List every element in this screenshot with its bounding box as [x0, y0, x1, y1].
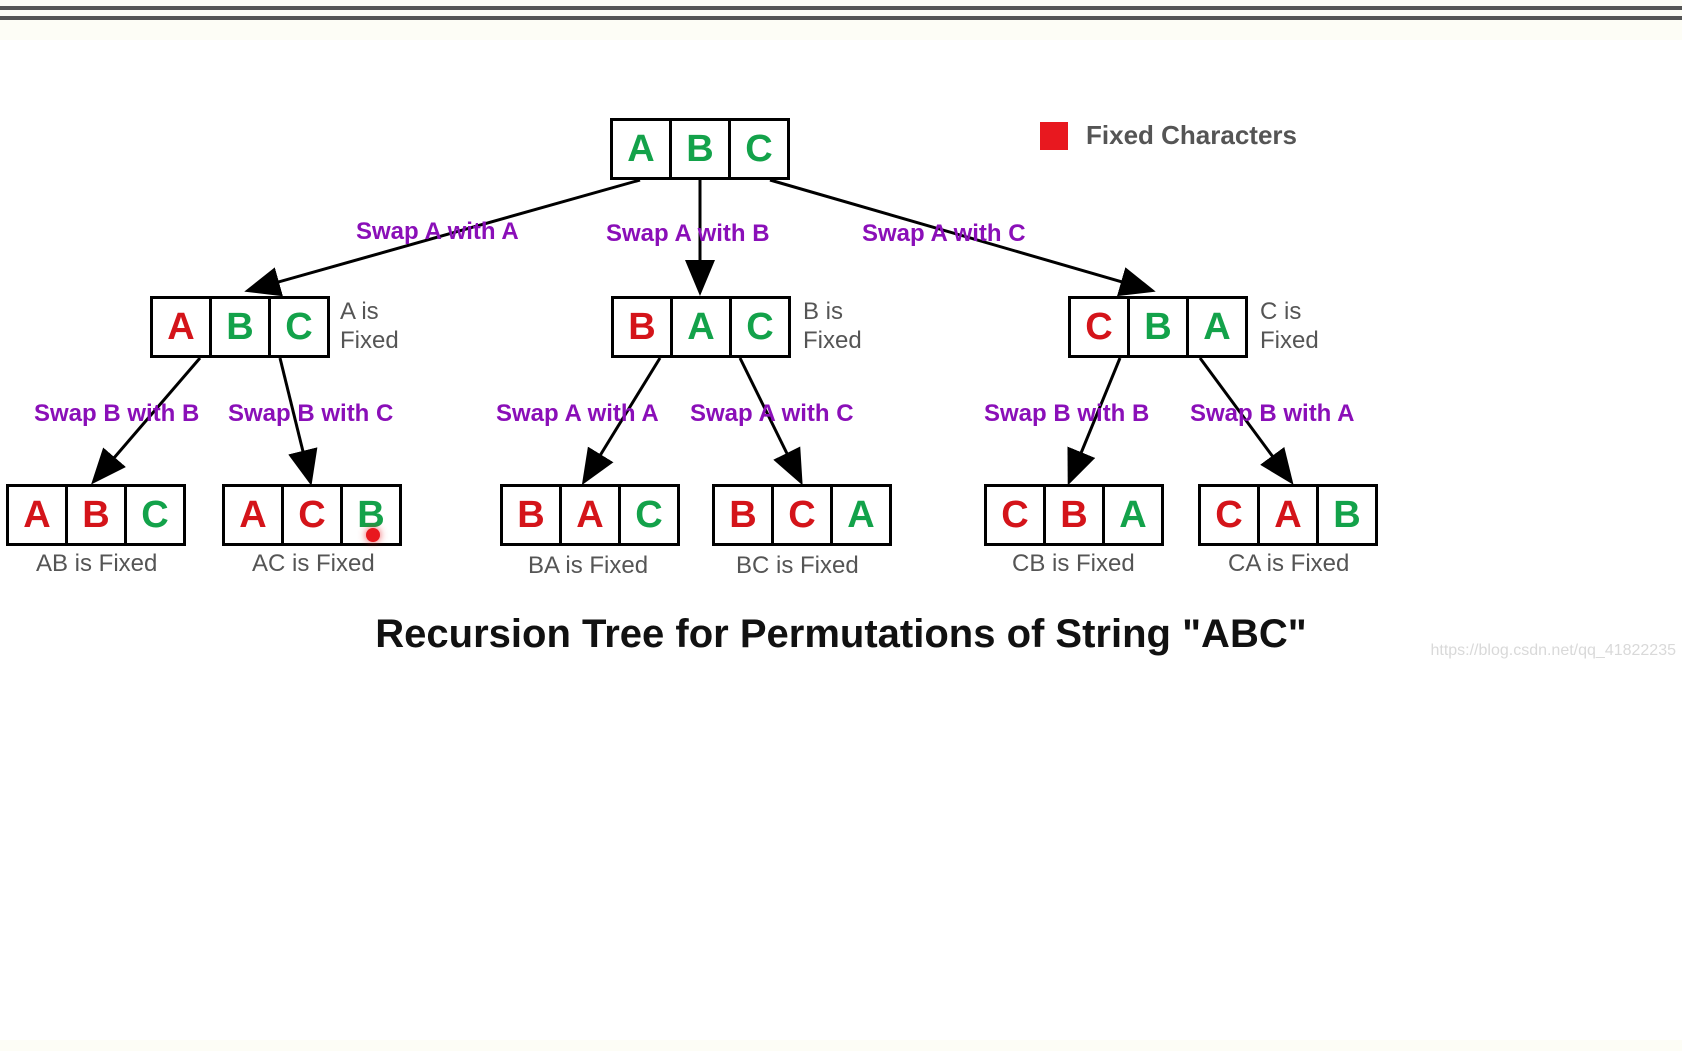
leaf-node-2: B A C — [500, 484, 680, 546]
l1-2-cell-0: C — [1071, 299, 1130, 355]
leaf-2-cell-0: B — [503, 487, 562, 543]
laser-pointer-dot — [366, 528, 380, 542]
l1-1-cell-1: A — [673, 299, 732, 355]
leaf-2-cell-2: C — [621, 487, 677, 543]
l1-2-cell-2: A — [1189, 299, 1245, 355]
l1-1-cell-2: C — [732, 299, 788, 355]
l1-node-0: A B C — [150, 296, 330, 358]
leaf-1-cell-0: A — [225, 487, 284, 543]
l1-1-cell-0: B — [614, 299, 673, 355]
leaf-3-cell-0: B — [715, 487, 774, 543]
l1-0-cell-0: A — [153, 299, 212, 355]
swap-label-l1-mid: Swap A with B — [606, 220, 770, 248]
leaf-4-cell-1: B — [1046, 487, 1105, 543]
swap-label-l1-right: Swap A with C — [862, 220, 1026, 248]
leaf-node-3: B C A — [712, 484, 892, 546]
leaf-5-cell-0: C — [1201, 487, 1260, 543]
leaf-5-cell-2: B — [1319, 487, 1375, 543]
swap-label-leaf-5: Swap B with A — [1190, 400, 1354, 428]
leaf-0-cell-0: A — [9, 487, 68, 543]
swap-label-leaf-3: Swap A with C — [690, 400, 854, 428]
leaf-2-fixed: BA is Fixed — [528, 552, 648, 580]
root-cell-2: C — [731, 121, 787, 177]
swap-label-l1-left: Swap A with A — [356, 218, 519, 246]
leaf-node-5: C A B — [1198, 484, 1378, 546]
leaf-5-cell-1: A — [1260, 487, 1319, 543]
l1-0-cell-2: C — [271, 299, 327, 355]
leaf-0-cell-2: C — [127, 487, 183, 543]
l1-2-fixed: C is Fixed — [1260, 298, 1319, 356]
l1-node-2: C B A — [1068, 296, 1248, 358]
swap-label-leaf-2: Swap A with A — [496, 400, 659, 428]
leaf-3-cell-1: C — [774, 487, 833, 543]
legend: Fixed Characters — [1040, 120, 1297, 151]
leaf-2-cell-1: A — [562, 487, 621, 543]
leaf-3-fixed: BC is Fixed — [736, 552, 859, 580]
leaf-node-4: C B A — [984, 484, 1164, 546]
leaf-5-fixed: CA is Fixed — [1228, 550, 1349, 578]
root-cell-0: A — [613, 121, 672, 177]
diagram-canvas: Fixed Characters A B C Swap A with A Swa… — [0, 40, 1682, 1040]
leaf-4-cell-0: C — [987, 487, 1046, 543]
leaf-4-fixed: CB is Fixed — [1012, 550, 1135, 578]
l1-0-cell-1: B — [212, 299, 271, 355]
leaf-0-cell-1: B — [68, 487, 127, 543]
l1-2-cell-1: B — [1130, 299, 1189, 355]
l1-1-fixed: B is Fixed — [803, 298, 862, 356]
root-cell-1: B — [672, 121, 731, 177]
leaf-1-cell-1: C — [284, 487, 343, 543]
swap-label-leaf-0: Swap B with B — [34, 400, 199, 428]
watermark-text: https://blog.csdn.net/qq_41822235 — [1430, 642, 1676, 660]
legend-swatch — [1040, 122, 1068, 150]
leaf-0-fixed: AB is Fixed — [36, 550, 157, 578]
swap-label-leaf-1: Swap B with C — [228, 400, 393, 428]
leaf-3-cell-2: A — [833, 487, 889, 543]
legend-label: Fixed Characters — [1086, 120, 1297, 151]
l1-node-1: B A C — [611, 296, 791, 358]
l1-0-fixed: A is Fixed — [340, 298, 399, 356]
leaf-1-fixed: AC is Fixed — [252, 550, 375, 578]
root-node: A B C — [610, 118, 790, 180]
swap-label-leaf-4: Swap B with B — [984, 400, 1149, 428]
leaf-node-0: A B C — [6, 484, 186, 546]
leaf-4-cell-2: A — [1105, 487, 1161, 543]
